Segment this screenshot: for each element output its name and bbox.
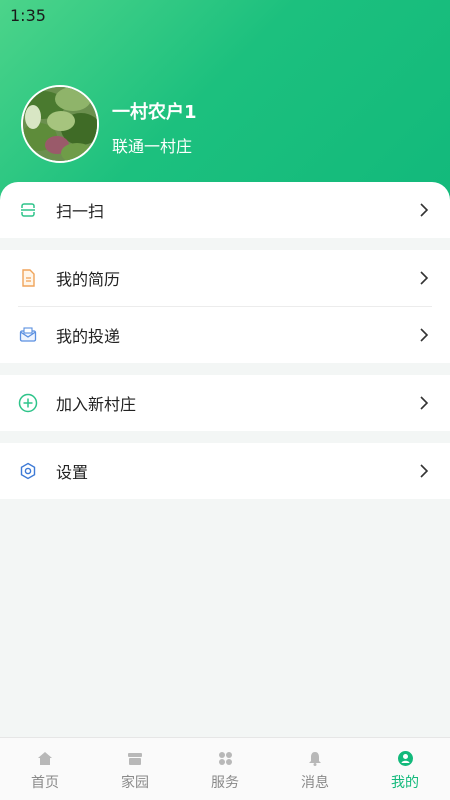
grid-icon: [216, 750, 234, 766]
tab-mine[interactable]: 我的: [360, 738, 450, 800]
mail-icon: [18, 325, 38, 345]
menu-item-delivery[interactable]: 我的投递: [0, 307, 450, 363]
scan-card: 扫一扫: [0, 182, 450, 238]
bell-icon: [306, 750, 324, 766]
tab-home[interactable]: 首页: [0, 738, 90, 800]
user-village: 联通一村庄: [112, 137, 193, 156]
user-name: 一村农户1: [112, 102, 197, 123]
menu-item-label: 扫一扫: [56, 202, 105, 221]
tab-label: 家园: [121, 775, 149, 791]
menu-item-join-village[interactable]: 加入新村庄: [0, 375, 450, 431]
bottom-tab-bar: 首页 家园 服务 消息 我的: [0, 737, 450, 800]
tab-label: 我的: [391, 775, 419, 791]
tab-homeland[interactable]: 家园: [90, 738, 180, 800]
avatar[interactable]: [21, 85, 99, 163]
tab-label: 首页: [31, 775, 59, 791]
menu-item-scan[interactable]: 扫一扫: [0, 182, 450, 238]
resume-icon: [18, 268, 38, 288]
avatar-image: [23, 87, 97, 161]
menu-item-label: 加入新村庄: [56, 395, 137, 414]
home-icon: [36, 750, 54, 766]
menu-item-label: 设置: [56, 463, 89, 482]
chevron-right-icon: [420, 328, 429, 342]
menu-item-label: 我的简历: [56, 270, 121, 289]
menu-item-settings[interactable]: 设置: [0, 443, 450, 499]
chevron-right-icon: [420, 203, 429, 217]
chevron-right-icon: [420, 464, 429, 478]
settings-card: 设置: [0, 443, 450, 499]
village-card: 加入新村庄: [0, 375, 450, 431]
chevron-right-icon: [420, 271, 429, 285]
store-icon: [126, 750, 144, 766]
menu-item-resume[interactable]: 我的简历: [0, 250, 450, 306]
status-bar-time: 1:35: [10, 6, 46, 25]
user-icon: [396, 750, 414, 766]
gear-icon: [18, 461, 38, 481]
scan-icon: [18, 200, 38, 220]
chevron-right-icon: [420, 396, 429, 410]
add-circle-icon: [18, 393, 38, 413]
tab-services[interactable]: 服务: [180, 738, 270, 800]
tab-messages[interactable]: 消息: [270, 738, 360, 800]
jobs-card: 我的简历 我的投递: [0, 250, 450, 363]
menu-item-label: 我的投递: [56, 327, 121, 346]
tab-label: 服务: [211, 775, 239, 791]
tab-label: 消息: [301, 775, 329, 791]
